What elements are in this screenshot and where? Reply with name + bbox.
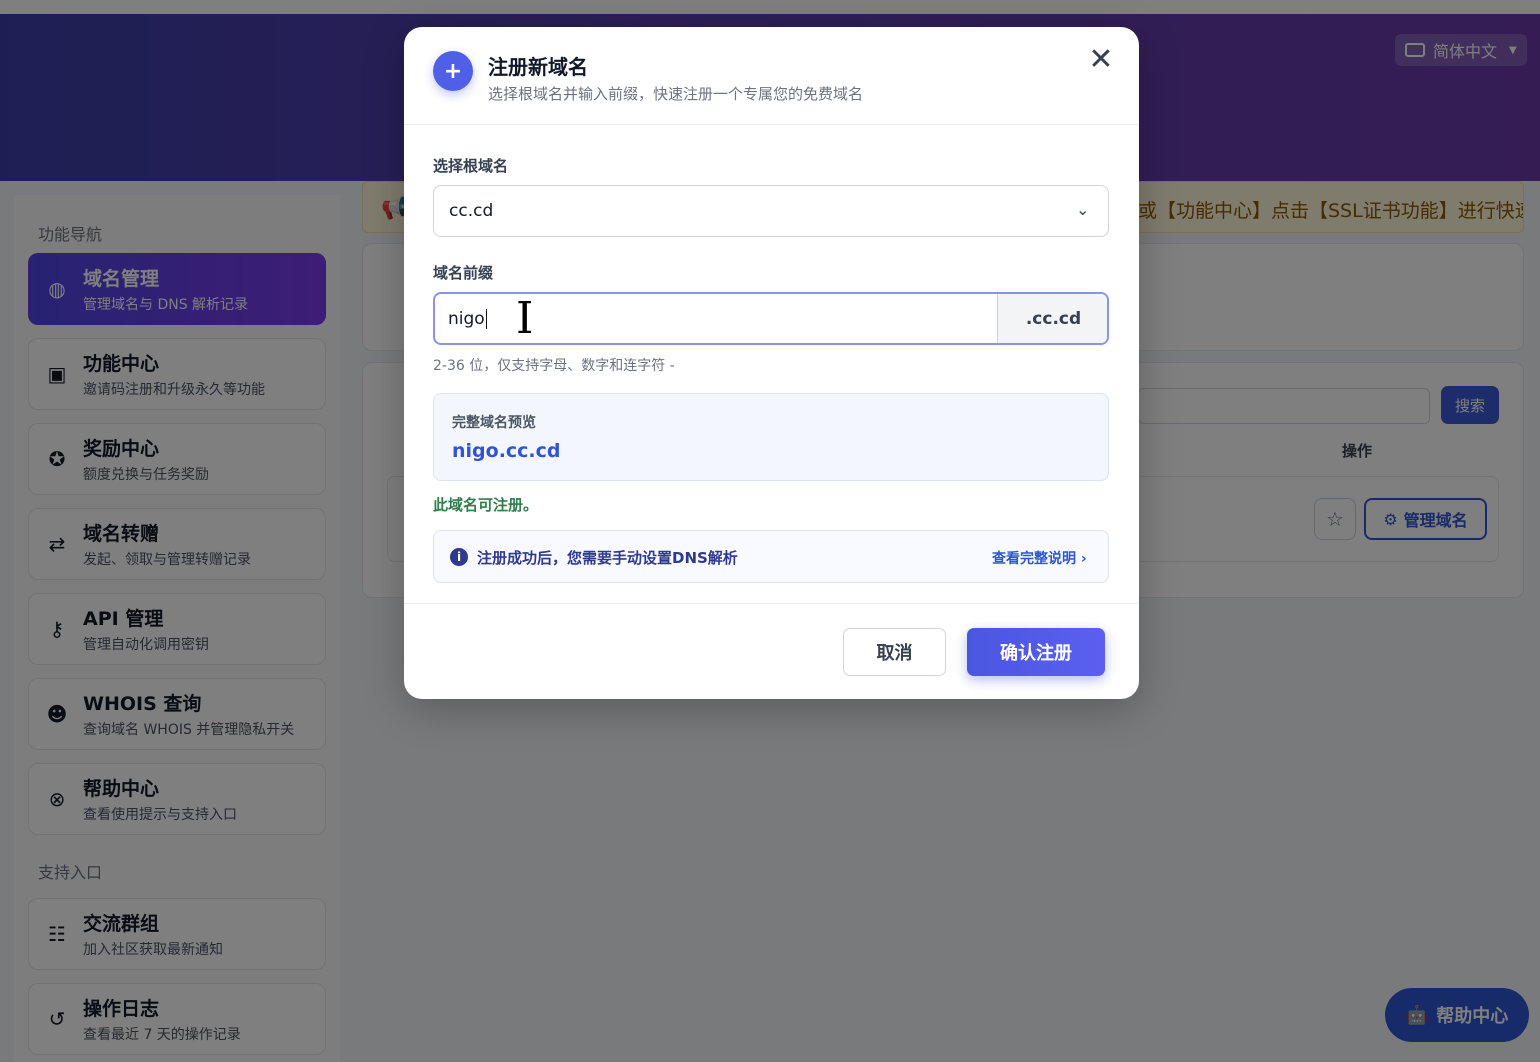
root-domain-label: 选择根域名 bbox=[433, 157, 509, 175]
prefix-input-group: nigo .cc.cd bbox=[433, 292, 1109, 345]
ibeam-cursor-icon: I bbox=[516, 293, 534, 344]
text-caret bbox=[485, 308, 487, 329]
plus-icon: + bbox=[433, 51, 473, 91]
view-docs-label: 查看完整说明 bbox=[992, 551, 1076, 567]
confirm-register-button[interactable]: 确认注册 bbox=[967, 628, 1105, 676]
prefix-value: nigo bbox=[448, 308, 485, 329]
prefix-label: 域名前缀 bbox=[433, 264, 494, 282]
dns-info-text: 注册成功后，您需要手动设置DNS解析 bbox=[477, 549, 738, 567]
chevron-right-icon: › bbox=[1080, 551, 1087, 567]
close-icon[interactable]: ✕ bbox=[1086, 45, 1116, 75]
chevron-down-icon: ⌄ bbox=[1076, 200, 1090, 219]
info-icon: i bbox=[450, 548, 468, 566]
root-domain-select[interactable]: cc.cd ⌄ bbox=[433, 185, 1109, 237]
root-domain-value: cc.cd bbox=[449, 201, 494, 221]
preview-domain: nigo.cc.cd bbox=[452, 440, 561, 462]
modal-subtitle: 选择根域名并输入前缀，快速注册一个专属您的免费域名 bbox=[488, 85, 864, 103]
domain-suffix: .cc.cd bbox=[997, 294, 1107, 343]
dns-info-box: i 注册成功后，您需要手动设置DNS解析 查看完整说明 › bbox=[433, 530, 1109, 583]
domain-preview-box: 完整域名预览 nigo.cc.cd bbox=[433, 393, 1109, 481]
modal-header: + 注册新域名 选择根域名并输入前缀，快速注册一个专属您的免费域名 ✕ bbox=[404, 27, 1139, 125]
modal-title: 注册新域名 bbox=[488, 55, 588, 79]
preview-label: 完整域名预览 bbox=[452, 415, 536, 431]
register-domain-modal: + 注册新域名 选择根域名并输入前缀，快速注册一个专属您的免费域名 ✕ 选择根域… bbox=[404, 27, 1139, 699]
availability-status: 此域名可注册。 bbox=[433, 496, 539, 514]
prefix-hint: 2-36 位，仅支持字母、数字和连字符 - bbox=[433, 358, 675, 374]
modal-footer: 取消 确认注册 bbox=[404, 603, 1139, 699]
view-docs-link[interactable]: 查看完整说明 › bbox=[992, 548, 1087, 568]
cancel-button[interactable]: 取消 bbox=[843, 628, 946, 676]
